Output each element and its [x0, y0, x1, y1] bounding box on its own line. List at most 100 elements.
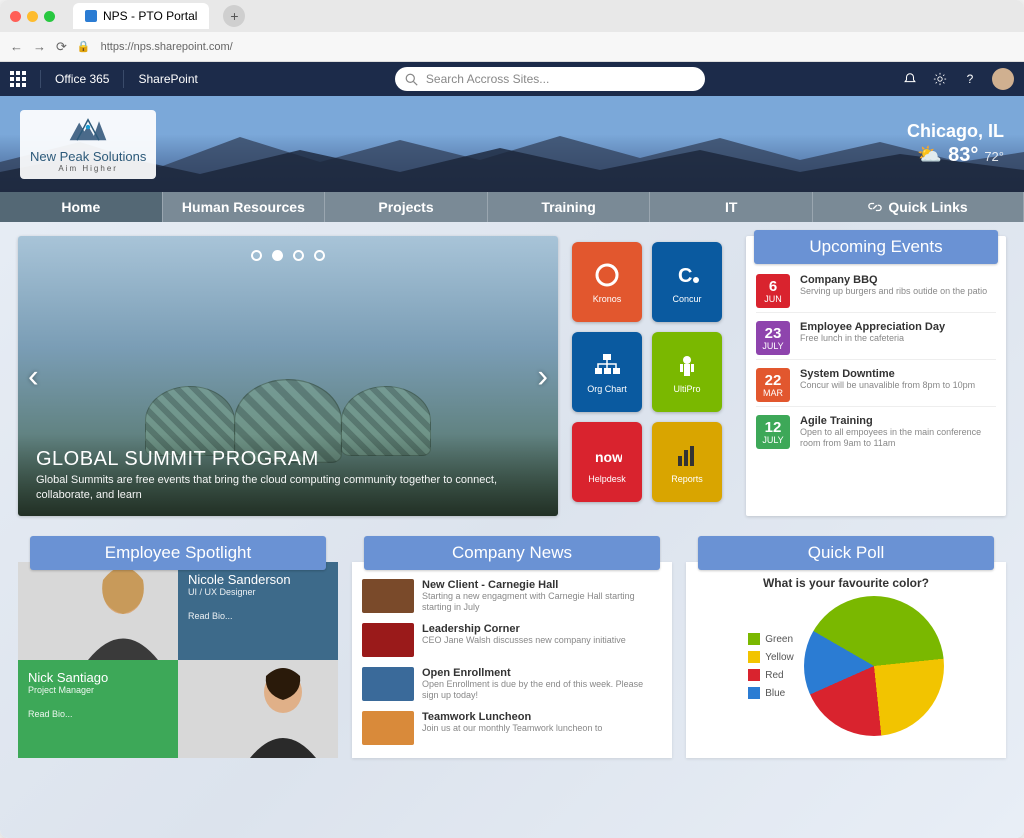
search-input[interactable]: Search Accross Sites... [395, 67, 705, 91]
back-button[interactable]: ← [10, 39, 23, 55]
event-item[interactable]: 23JULY Employee Appreciation DayFree lunc… [756, 317, 996, 360]
event-desc: Free lunch in the cafeteria [800, 333, 996, 344]
spotlight-photo-1 [18, 562, 178, 660]
spotlight-bio-link[interactable]: Read Bio... [188, 611, 328, 621]
weather-icon: ⛅ [917, 142, 942, 167]
event-date-badge: 22MAR [756, 368, 790, 402]
app-icon [672, 440, 702, 470]
weather-lo: 72° [984, 149, 1004, 164]
logo-text: New Peak Solutions [30, 149, 146, 164]
app-tile-kronos[interactable]: Kronos [572, 242, 642, 322]
browser-tab-strip: NPS - PTO Portal + [0, 0, 1024, 32]
spotlight-info-2[interactable]: Nick Santiago Project Manager Read Bio..… [18, 660, 178, 758]
app-label: Concur [672, 294, 701, 304]
logo-icon [30, 116, 146, 149]
app-tile-reports[interactable]: Reports [652, 422, 722, 502]
legend-label: Blue [765, 688, 785, 699]
nav-it[interactable]: IT [650, 192, 813, 222]
poll-header: Quick Poll [698, 536, 994, 570]
sharepoint-link[interactable]: SharePoint [138, 72, 197, 86]
sharepoint-favicon-icon [85, 10, 97, 22]
app-tiles: Kronos CConcurOrg Chart UltiPro nowHelpdesk… [572, 236, 732, 516]
event-title: Employee Appreciation Day [800, 321, 996, 333]
help-icon[interactable]: ? [962, 71, 978, 87]
news-thumbnail [362, 667, 414, 701]
url-field[interactable]: https://nps.sharepoint.com/ [101, 41, 1014, 53]
poll-legend: GreenYellowRedBlue [748, 633, 794, 699]
app-tile-helpdesk[interactable]: nowHelpdesk [572, 422, 642, 502]
app-label: UltiPro [673, 384, 700, 394]
news-header: Company News [364, 536, 660, 570]
news-thumbnail [362, 711, 414, 745]
app-tile-ultipro[interactable]: UltiPro [652, 332, 722, 412]
app-launcher-icon[interactable] [10, 71, 26, 87]
app-tile-concur[interactable]: CConcur [652, 242, 722, 322]
spotlight-info-1[interactable]: Nicole Sanderson UI / UX Designer Read B… [178, 562, 338, 660]
browser-window: NPS - PTO Portal + ← → ⟳ 🔒 https://nps.s… [0, 0, 1024, 838]
event-title: Company BBQ [800, 274, 996, 286]
nav-quick-links[interactable]: Quick Links [813, 192, 1024, 222]
event-item[interactable]: 12JULYAgile TrainingOpen to all empoyees… [756, 411, 996, 453]
app-label: Reports [671, 474, 703, 484]
nav-home[interactable]: Home [0, 192, 163, 222]
hero-title: GLOBAL SUMMIT PROGRAM [36, 448, 540, 471]
reload-button[interactable]: ⟳ [56, 39, 67, 55]
carousel-dots[interactable] [251, 250, 325, 261]
event-desc: Concur will be unavalible from 8pm to 10… [800, 380, 996, 391]
lock-icon: 🔒 [77, 40, 91, 53]
carousel-next-icon[interactable]: › [537, 358, 548, 395]
legend-item: Red [748, 669, 794, 681]
legend-label: Green [765, 634, 793, 645]
legend-item: Blue [748, 687, 794, 699]
weather-widget[interactable]: Chicago, IL ⛅ 83° 72° [907, 121, 1004, 167]
news-item[interactable]: Open EnrollmentOpen Enrollment is due by… [362, 664, 662, 704]
weather-hi: 83° [948, 144, 978, 167]
weather-location: Chicago, IL [907, 121, 1004, 142]
nav-hr[interactable]: Human Resources [163, 192, 326, 222]
forward-button[interactable]: → [33, 39, 46, 55]
event-date-badge: 23JULY [756, 321, 790, 355]
news-desc: Starting a new engagment with Carnegie H… [422, 591, 662, 613]
carousel-dot[interactable] [251, 250, 262, 261]
carousel-dot[interactable] [293, 250, 304, 261]
notifications-icon[interactable] [902, 71, 918, 87]
legend-swatch [748, 633, 760, 645]
nav-projects[interactable]: Projects [325, 192, 488, 222]
site-logo[interactable]: New Peak Solutions Aim Higher [20, 110, 156, 179]
browser-tab[interactable]: NPS - PTO Portal [73, 3, 209, 29]
news-title: Open Enrollment [422, 667, 662, 679]
app-tile-org-chart[interactable]: Org Chart [572, 332, 642, 412]
events-header: Upcoming Events [754, 230, 998, 264]
news-item[interactable]: Teamwork LuncheonJoin us at our monthly … [362, 708, 662, 748]
new-tab-button[interactable]: + [223, 5, 245, 27]
event-item[interactable]: 6JUNCompany BBQServing up burgers and ri… [756, 270, 996, 313]
carousel-prev-icon[interactable]: ‹ [28, 358, 39, 395]
settings-icon[interactable] [932, 71, 948, 87]
window-controls[interactable] [10, 11, 55, 22]
app-label: Kronos [593, 294, 622, 304]
minimize-window-icon[interactable] [27, 11, 38, 22]
legend-swatch [748, 651, 760, 663]
event-title: System Downtime [800, 368, 996, 380]
carousel-dot[interactable] [314, 250, 325, 261]
news-desc: Open Enrollment is due by the end of thi… [422, 679, 662, 701]
news-item[interactable]: New Client - Carnegie HallStarting a new… [362, 576, 662, 616]
spotlight-role: UI / UX Designer [188, 587, 328, 597]
close-window-icon[interactable] [10, 11, 21, 22]
spotlight-bio-link[interactable]: Read Bio... [28, 709, 168, 719]
hero-carousel[interactable]: ‹ › GLOBAL SUMMIT PROGRAM Global Summits… [18, 236, 558, 516]
app-icon: now [592, 440, 622, 470]
news-title: New Client - Carnegie Hall [422, 579, 662, 591]
suite-bar: Office 365 SharePoint Search Accross Sit… [0, 62, 1024, 96]
maximize-window-icon[interactable] [44, 11, 55, 22]
news-item[interactable]: Leadership CornerCEO Jane Walsh discusse… [362, 620, 662, 660]
event-desc: Serving up burgers and ribs outide on th… [800, 286, 996, 297]
office-link[interactable]: Office 365 [55, 72, 109, 86]
nav-training[interactable]: Training [488, 192, 651, 222]
legend-swatch [748, 669, 760, 681]
event-item[interactable]: 22MAR System DowntimeConcur will be unava… [756, 364, 996, 407]
spotlight-card: Employee Spotlight Nicole Sanderson UI /… [18, 536, 338, 766]
user-avatar[interactable] [992, 68, 1014, 90]
spotlight-role: Project Manager [28, 685, 168, 695]
carousel-dot-active[interactable] [272, 250, 283, 261]
